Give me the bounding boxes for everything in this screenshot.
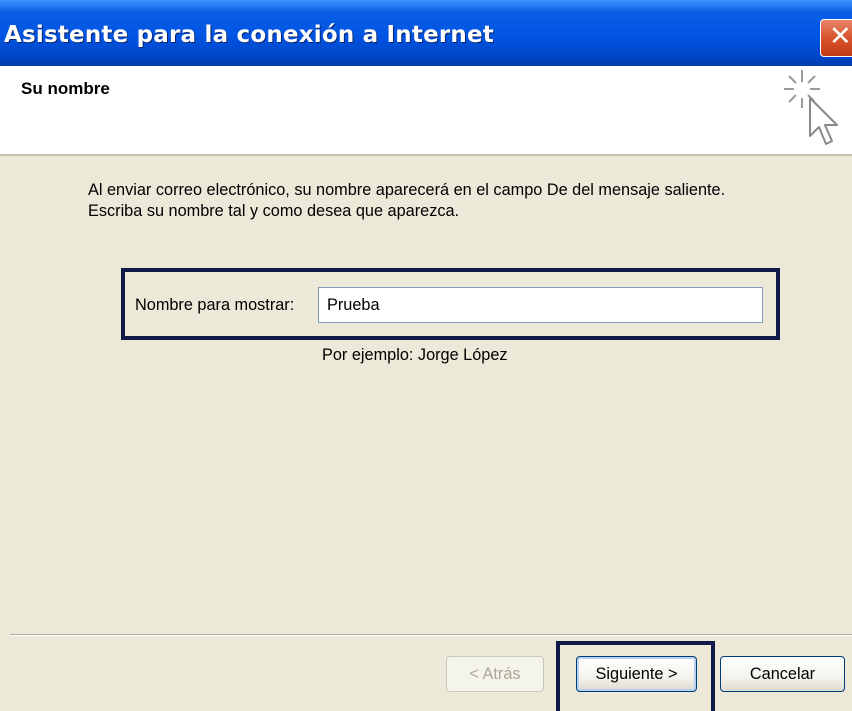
wizard-window: Asistente para la conexión a Internet ✕ … [0, 0, 852, 711]
display-name-label: Nombre para mostrar: [135, 296, 295, 314]
page-title: Su nombre [21, 79, 110, 98]
cancel-button[interactable]: Cancelar [720, 656, 845, 692]
display-name-input[interactable] [318, 287, 763, 323]
title-bar[interactable]: Asistente para la conexión a Internet ✕ [0, 0, 852, 66]
window-title: Asistente para la conexión a Internet [4, 22, 494, 48]
instructions-text: Al enviar correo electrónico, su nombre … [88, 181, 726, 220]
back-button[interactable]: < Atrás [446, 656, 544, 692]
footer-divider [10, 634, 852, 636]
example-hint: Por ejemplo: Jorge López [322, 346, 508, 364]
header-panel: Su nombre [0, 66, 852, 156]
next-button[interactable]: Siguiente > [576, 656, 697, 692]
close-button[interactable]: ✕ [820, 19, 852, 57]
close-icon: ✕ [829, 21, 852, 52]
wizard-cursor-sparkle-icon [784, 70, 838, 145]
